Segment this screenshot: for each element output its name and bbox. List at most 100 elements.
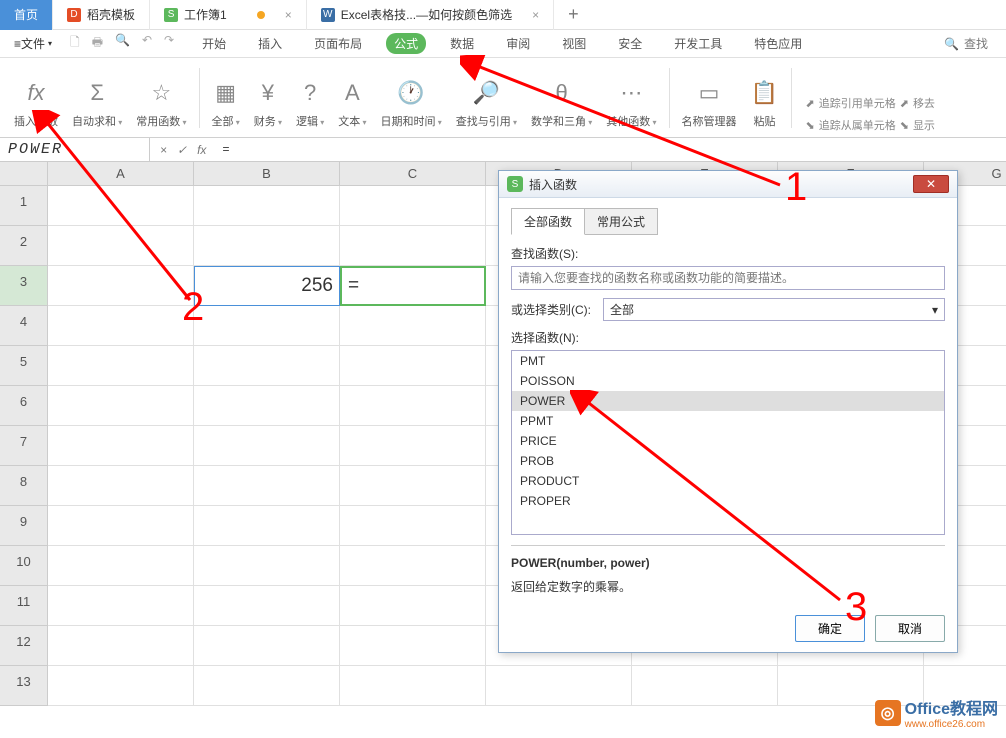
cell[interactable] (194, 586, 340, 626)
row-header-3[interactable]: 3 (0, 266, 48, 306)
cell[interactable] (48, 466, 194, 506)
function-item[interactable]: PROB (512, 451, 944, 471)
row-header-5[interactable]: 5 (0, 346, 48, 386)
row-header-11[interactable]: 11 (0, 586, 48, 626)
menu-dev[interactable]: 开发工具 (666, 33, 730, 54)
cell[interactable] (48, 186, 194, 226)
datetime-fn-button[interactable]: 🕐日期和时间 (375, 75, 448, 133)
row-header-1[interactable]: 1 (0, 186, 48, 226)
menu-security[interactable]: 安全 (610, 33, 650, 54)
tab-home[interactable]: 首页 (0, 0, 53, 30)
finance-fn-button[interactable]: ¥财务 (248, 75, 288, 133)
function-item[interactable]: PRICE (512, 431, 944, 451)
ok-button[interactable]: 确定 (795, 615, 865, 642)
print-icon[interactable]: 🖶 (92, 33, 103, 54)
function-item[interactable]: PROPER (512, 491, 944, 511)
cell[interactable] (194, 666, 340, 706)
cell[interactable] (340, 586, 486, 626)
function-item-selected[interactable]: POWER (512, 391, 944, 411)
cell[interactable] (340, 466, 486, 506)
preview-icon[interactable]: 🔍 (115, 33, 130, 54)
cell[interactable] (340, 306, 486, 346)
add-tab-button[interactable]: + (554, 4, 593, 25)
cell[interactable] (48, 306, 194, 346)
close-tab-icon[interactable]: × (532, 8, 539, 22)
cell[interactable] (194, 346, 340, 386)
row-header-10[interactable]: 10 (0, 546, 48, 586)
cell[interactable] (194, 626, 340, 666)
tab-all-functions[interactable]: 全部函数 (511, 208, 585, 235)
cancel-formula-icon[interactable]: × (160, 143, 167, 157)
menu-special[interactable]: 特色应用 (746, 33, 810, 54)
row-header-7[interactable]: 7 (0, 426, 48, 466)
cell[interactable] (194, 226, 340, 266)
lookup-fn-button[interactable]: 🔎查找与引用 (450, 75, 523, 133)
cell[interactable] (48, 506, 194, 546)
paste-name-button[interactable]: 📋粘贴 (745, 75, 785, 133)
text-fn-button[interactable]: A文本 (332, 75, 372, 133)
menu-formula[interactable]: 公式 (386, 33, 426, 54)
cell-c3-active[interactable]: = (340, 266, 486, 306)
row-header-9[interactable]: 9 (0, 506, 48, 546)
cell[interactable] (194, 466, 340, 506)
tab-excel-tip[interactable]: WExcel表格技...—如何按颜色筛选× (307, 0, 554, 30)
menu-insert[interactable]: 插入 (250, 33, 290, 54)
cell[interactable] (194, 306, 340, 346)
cell[interactable] (340, 226, 486, 266)
name-box[interactable]: POWER (0, 138, 150, 161)
cell[interactable] (340, 346, 486, 386)
other-fn-button[interactable]: ⋯其他函数 (600, 75, 662, 133)
cell[interactable] (486, 666, 632, 706)
undo-icon[interactable]: ↶ (142, 33, 152, 54)
math-fn-button[interactable]: θ数学和三角 (525, 75, 598, 133)
insert-function-button[interactable]: fx插入函数 (8, 75, 64, 133)
confirm-formula-icon[interactable]: ✓ (177, 143, 187, 157)
cancel-button[interactable]: 取消 (875, 615, 945, 642)
cell[interactable] (194, 186, 340, 226)
cell[interactable] (48, 546, 194, 586)
cell[interactable] (340, 386, 486, 426)
search-box[interactable]: 🔍查找 (932, 35, 1000, 52)
function-item[interactable]: POISSON (512, 371, 944, 391)
file-menu[interactable]: ≡ 文件 ▾ (6, 35, 60, 52)
cell[interactable] (340, 506, 486, 546)
fx-icon[interactable]: fx (197, 143, 206, 157)
tab-common-formulas[interactable]: 常用公式 (584, 208, 658, 235)
row-header-12[interactable]: 12 (0, 626, 48, 666)
cell[interactable] (48, 626, 194, 666)
cell[interactable] (48, 586, 194, 626)
logic-fn-button[interactable]: ?逻辑 (290, 75, 330, 133)
row-header-4[interactable]: 4 (0, 306, 48, 346)
name-manager-button[interactable]: ▭名称管理器 (676, 75, 743, 133)
col-header-a[interactable]: A (48, 162, 194, 186)
row-header-8[interactable]: 8 (0, 466, 48, 506)
common-fn-button[interactable]: ☆常用函数 (130, 75, 192, 133)
cell[interactable] (194, 546, 340, 586)
trace-ref-button[interactable]: ⬈ 追踪引用单元格 ⬈ 移去 (806, 95, 935, 111)
function-item[interactable]: PMT (512, 351, 944, 371)
menu-page[interactable]: 页面布局 (306, 33, 370, 54)
row-header-6[interactable]: 6 (0, 386, 48, 426)
row-header-13[interactable]: 13 (0, 666, 48, 706)
cell[interactable] (340, 426, 486, 466)
row-header-2[interactable]: 2 (0, 226, 48, 266)
save-icon[interactable]: 🗋 (70, 33, 80, 54)
cell[interactable] (48, 666, 194, 706)
cell[interactable] (48, 266, 194, 306)
cell[interactable] (194, 506, 340, 546)
cell[interactable] (48, 386, 194, 426)
cell[interactable] (340, 626, 486, 666)
menu-start[interactable]: 开始 (194, 33, 234, 54)
formula-input[interactable]: = (216, 141, 1006, 159)
function-list[interactable]: PMT POISSON POWER PPMT PRICE PROB PRODUC… (511, 350, 945, 535)
redo-icon[interactable]: ↷ (164, 33, 174, 54)
function-item[interactable]: PPMT (512, 411, 944, 431)
menu-review[interactable]: 审阅 (498, 33, 538, 54)
cell[interactable] (194, 426, 340, 466)
col-header-c[interactable]: C (340, 162, 486, 186)
category-select[interactable]: 全部▾ (603, 298, 945, 321)
cell[interactable] (48, 226, 194, 266)
trace-dep-button[interactable]: ⬊ 追踪从属单元格 ⬊ 显示 (806, 117, 935, 133)
dialog-close-button[interactable]: ✕ (913, 175, 949, 193)
cell[interactable] (340, 186, 486, 226)
